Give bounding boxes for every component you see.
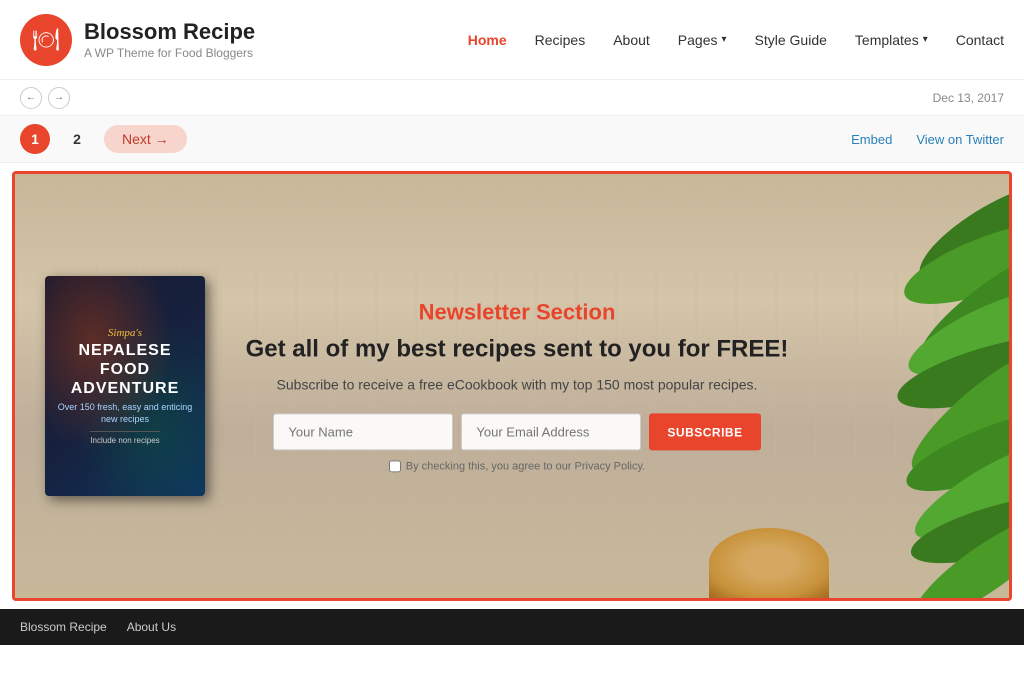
page-2-btn[interactable]: 2	[62, 124, 92, 154]
bread-decoration	[709, 528, 829, 598]
logo-icon: 🍽	[20, 14, 72, 66]
footer-bar: Blossom Recipe About Us	[0, 609, 1024, 645]
footer-brand: Blossom Recipe	[20, 620, 107, 634]
next-button[interactable]: Next →	[104, 125, 187, 153]
main-content: Simpa's NEPALESE FOOD ADVENTURE Over 150…	[12, 171, 1012, 601]
toolbar-icons: ← →	[20, 87, 70, 109]
view-on-twitter-link[interactable]: View on Twitter	[916, 132, 1004, 147]
privacy-checkbox[interactable]	[389, 461, 401, 473]
privacy-text: By checking this, you agree to our Priva…	[406, 461, 645, 473]
footer-links: About Us	[127, 620, 176, 634]
site-header: 🍽 Blossom Recipe A WP Theme for Food Blo…	[0, 0, 1024, 80]
nav-pages[interactable]: Pages ▾	[678, 32, 727, 48]
main-nav: Home Recipes About Pages ▾ Style Guide T…	[280, 32, 1004, 48]
date-label: Dec 13, 2017	[933, 91, 1004, 105]
privacy-check: By checking this, you agree to our Priva…	[235, 461, 799, 473]
book-cursive-title: Simpa's	[108, 327, 142, 339]
logo-text: Blossom Recipe A WP Theme for Food Blogg…	[84, 19, 255, 59]
next-icon[interactable]: →	[48, 87, 70, 109]
book-title-main: NEPALESE FOOD ADVENTURE	[71, 341, 180, 399]
nav-templates[interactable]: Templates ▾	[855, 32, 928, 48]
templates-dropdown-arrow: ▾	[923, 34, 928, 45]
nav-style-guide[interactable]: Style Guide	[755, 32, 827, 48]
nav-home[interactable]: Home	[468, 32, 507, 48]
pagination-right: Embed View on Twitter	[851, 132, 1004, 147]
nav-recipes[interactable]: Recipes	[535, 32, 586, 48]
email-input[interactable]	[461, 414, 641, 451]
page-1-btn[interactable]: 1	[20, 124, 50, 154]
book-subtitle: Over 150 fresh, easy and enticing new re…	[57, 402, 193, 425]
newsletter-form: SUBSCRIBE	[235, 414, 799, 451]
leaves-decoration	[799, 174, 1009, 598]
toolbar-left: ← →	[20, 87, 70, 109]
newsletter-heading: Get all of my best recipes sent to you f…	[235, 333, 799, 364]
newsletter-content: Newsletter Section Get all of my best re…	[235, 299, 799, 472]
pagination-bar: 1 2 Next → Embed View on Twitter	[0, 116, 1024, 163]
newsletter-subtext: Subscribe to receive a free eCookbook wi…	[235, 375, 799, 396]
subscribe-button[interactable]: SUBSCRIBE	[649, 414, 760, 451]
pages-dropdown-arrow: ▾	[722, 34, 727, 45]
newsletter-section: Simpa's NEPALESE FOOD ADVENTURE Over 150…	[15, 174, 1009, 598]
book-cover: Simpa's NEPALESE FOOD ADVENTURE Over 150…	[45, 276, 205, 496]
book-tagline: Include non recipes	[90, 431, 159, 445]
nav-about[interactable]: About	[613, 32, 650, 48]
brand-name: Blossom Recipe	[84, 19, 255, 45]
embed-link[interactable]: Embed	[851, 132, 892, 147]
toolbar: ← → Dec 13, 2017	[0, 80, 1024, 116]
name-input[interactable]	[273, 414, 453, 451]
brand-tagline: A WP Theme for Food Bloggers	[84, 46, 255, 60]
logo-container: 🍽 Blossom Recipe A WP Theme for Food Blo…	[20, 14, 280, 66]
newsletter-label: Newsletter Section	[235, 299, 799, 325]
prev-icon[interactable]: ←	[20, 87, 42, 109]
nav-contact[interactable]: Contact	[956, 32, 1004, 48]
